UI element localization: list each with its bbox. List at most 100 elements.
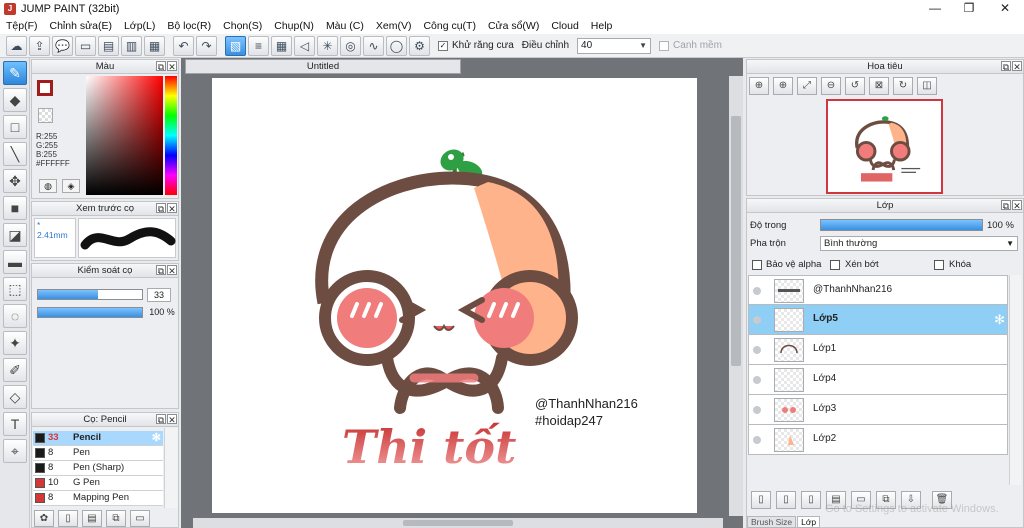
zoom-in-icon[interactable]: ⊕ (773, 77, 793, 95)
parallel-line-snap-icon[interactable]: ≡ (248, 35, 269, 56)
popout-icon[interactable]: ⧉ (156, 61, 166, 72)
layer-row[interactable]: Lớp2 (748, 425, 1008, 455)
layer-row[interactable]: Lớp4 (748, 365, 1008, 395)
ellipse-snap-icon[interactable]: ◯ (386, 35, 407, 56)
palette-icon[interactable]: ◍ (39, 179, 57, 193)
eyedropper-tool-icon[interactable]: ⌖ (3, 439, 27, 463)
popout-icon[interactable]: ⧉ (1001, 200, 1011, 211)
zoom-out-icon[interactable]: ⊖ (821, 77, 841, 95)
popout-icon[interactable]: ⧉ (156, 265, 166, 276)
color-history-icon[interactable]: ◈ (62, 179, 80, 193)
brush-size-value[interactable]: 33 (147, 288, 171, 302)
bucket-tool-icon[interactable]: ◪ (3, 223, 27, 247)
close-icon[interactable]: ✕ (167, 61, 177, 72)
blend-mode-select[interactable]: Bình thường ▼ (820, 236, 1018, 251)
menu-capture[interactable]: Chụp(N) (268, 20, 320, 32)
rectangle-tool-icon[interactable]: □ (3, 115, 27, 139)
brush-menu-icon[interactable]: ▤ (82, 510, 102, 527)
fill-rect-tool-icon[interactable]: ■ (3, 196, 27, 220)
curve-snap-icon[interactable]: ∿ (363, 35, 384, 56)
snap-settings-icon[interactable]: ⚙ (409, 35, 430, 56)
menu-select[interactable]: Chọn(S) (217, 20, 268, 32)
select-pen-tool-icon[interactable]: ✐ (3, 358, 27, 382)
eraser-tool-icon[interactable]: ◆ (3, 88, 27, 112)
rotate-left-icon[interactable]: ↺ (845, 77, 865, 95)
layer-row[interactable]: Lớp1 (748, 335, 1008, 365)
gradient-tool-icon[interactable]: ▬ (3, 250, 27, 274)
perspective-snap-icon[interactable]: ◁ (294, 35, 315, 56)
scroll-thumb[interactable] (403, 520, 513, 526)
brush-item[interactable]: 8 Pen (33, 446, 163, 461)
brush-list-scrollbar[interactable] (164, 428, 178, 508)
comment-icon[interactable]: 💬 (52, 35, 73, 56)
tab-brush-size[interactable]: Brush Size (747, 516, 797, 528)
drawing-canvas[interactable]: @ThanhNhan216 #hoidap247 Thi tốt (212, 78, 697, 513)
menu-window[interactable]: Cửa sổ(W) (482, 20, 545, 32)
close-icon[interactable]: ✕ (167, 265, 177, 276)
popout-icon[interactable]: ⧉ (1001, 61, 1011, 72)
circle-snap-icon[interactable]: ◎ (340, 35, 361, 56)
reset-view-icon[interactable]: ⊠ (869, 77, 889, 95)
menu-edit[interactable]: Chỉnh sửa(E) (44, 20, 118, 32)
cloud-icon[interactable]: ☁ (6, 35, 27, 56)
visibility-icon[interactable] (753, 436, 761, 444)
minimize-icon[interactable]: — (918, 0, 952, 17)
brush-folder-icon[interactable]: ▭ (130, 510, 150, 527)
menu-help[interactable]: Help (585, 20, 619, 32)
menu-file[interactable]: Tệp(F) (0, 20, 44, 32)
brush-copy-icon[interactable]: ⧉ (106, 510, 126, 527)
rotate-right-icon[interactable]: ↻ (893, 77, 913, 95)
redo-icon[interactable]: ↷ (196, 35, 217, 56)
hue-slider[interactable] (165, 76, 177, 195)
gear-icon[interactable]: ✻ (152, 431, 161, 445)
transparent-color-swatch[interactable] (38, 108, 53, 123)
flip-icon[interactable]: ◫ (917, 77, 937, 95)
saturation-value-picker[interactable] (86, 76, 163, 195)
grid-snap-icon[interactable]: ▦ (271, 35, 292, 56)
brush-item[interactable]: 8 Pen (Sharp) (33, 461, 163, 476)
brush-size-slider[interactable] (37, 289, 143, 300)
popout-icon[interactable]: ⧉ (156, 203, 166, 214)
tab-layer[interactable]: Lớp (797, 516, 821, 528)
protect-alpha-checkbox[interactable] (752, 260, 762, 270)
export-icon[interactable]: ⇪ (29, 35, 50, 56)
popout-icon[interactable]: ⧉ (156, 414, 166, 425)
new-1bit-layer-icon[interactable]: ▯ (801, 491, 821, 509)
lasso-tool-icon[interactable]: ◌ (3, 304, 27, 328)
menu-cloud[interactable]: Cloud (545, 20, 584, 32)
brush-item[interactable]: 10 G Pen (33, 476, 163, 491)
close-icon[interactable]: ✕ (167, 203, 177, 214)
navigator-thumbnail[interactable] (826, 99, 943, 194)
new-8bit-layer-icon[interactable]: ▯ (776, 491, 796, 509)
move-tool-icon[interactable]: ✥ (3, 169, 27, 193)
select-rect-tool-icon[interactable]: ⬚ (3, 277, 27, 301)
layer-opacity-slider[interactable] (820, 219, 983, 231)
document-icon[interactable]: ▥ (121, 35, 142, 56)
grid-settings-icon[interactable]: ▦ (144, 35, 165, 56)
close-icon[interactable]: ✕ (988, 0, 1022, 17)
visibility-icon[interactable] (753, 346, 761, 354)
canvas-horizontal-scrollbar[interactable] (193, 518, 723, 528)
menu-layer[interactable]: Lớp(L) (118, 20, 161, 32)
clipping-checkbox[interactable] (830, 260, 840, 270)
undo-icon[interactable]: ↶ (173, 35, 194, 56)
visibility-icon[interactable] (753, 406, 761, 414)
menu-view[interactable]: Xem(V) (370, 20, 418, 32)
visibility-icon[interactable] (753, 376, 761, 384)
lock-checkbox[interactable] (934, 260, 944, 270)
adjust-select[interactable]: 40 ▼ (577, 37, 652, 54)
soft-margin-checkbox[interactable] (659, 40, 670, 51)
pen-tool-icon[interactable]: ✎ (3, 61, 27, 85)
select-eraser-tool-icon[interactable]: ◇ (3, 385, 27, 409)
brush-item[interactable]: 33 Pencil ✻ (33, 431, 163, 446)
new-layer-icon[interactable]: ▯ (751, 491, 771, 509)
menu-tools[interactable]: Công cụ(T) (417, 20, 482, 32)
close-icon[interactable]: ✕ (1012, 200, 1022, 211)
canvas-vertical-scrollbar[interactable] (729, 76, 743, 516)
menu-filter[interactable]: Bộ lọc(R) (161, 20, 217, 32)
visibility-icon[interactable] (753, 287, 761, 295)
layer-row[interactable]: Lớp5 ✻ (748, 305, 1008, 335)
scroll-thumb[interactable] (731, 116, 741, 366)
antialias-checkbox[interactable]: ✓ (438, 40, 448, 51)
radial-snap-icon[interactable]: ✳ (317, 35, 338, 56)
